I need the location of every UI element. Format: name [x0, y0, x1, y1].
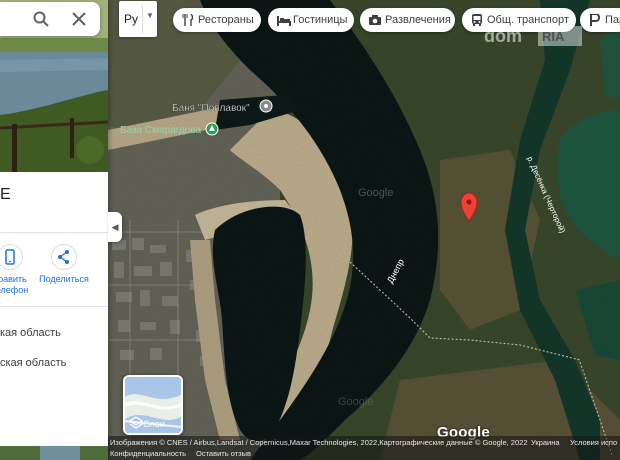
svg-text:dom: dom — [484, 26, 522, 46]
bed-icon — [277, 16, 291, 26]
share-button[interactable]: Поделиться — [34, 244, 94, 285]
send-to-phone-label-line2: телефон — [0, 285, 29, 295]
spa-marker-icon[interactable] — [259, 99, 273, 113]
map-label-banya[interactable]: Баня "Поплавок" — [172, 103, 250, 114]
chip-entertainment-label: Развлечения — [385, 14, 451, 26]
address-line-2: ская область — [0, 357, 67, 369]
parking-icon — [590, 14, 600, 26]
place-panel: E править телефон Поделиться кая область… — [0, 0, 108, 460]
faint-google-text: Google — [358, 187, 393, 199]
chip-parking[interactable]: Пар — [580, 8, 620, 32]
chip-restaurants[interactable]: Рестораны — [173, 8, 261, 32]
divider — [0, 232, 108, 233]
domria-watermark-logo: dom RIA — [484, 26, 582, 46]
bottom-thumbnail[interactable] — [0, 446, 108, 460]
layers-button[interactable]: Слои — [123, 375, 183, 435]
country-label: Украина — [531, 438, 560, 447]
privacy-link[interactable]: Конфиденциальность — [110, 449, 186, 458]
place-title: E — [0, 186, 11, 203]
search-icon[interactable] — [32, 10, 50, 28]
camera-icon — [369, 15, 381, 25]
attribution-bar: Изображения © CNES / Airbus,Landsat / Co… — [108, 436, 620, 460]
chevron-down-icon: ▼ — [146, 11, 154, 20]
collapse-panel-button[interactable]: ◀ — [108, 212, 122, 242]
divider — [142, 5, 143, 33]
chip-parking-label: Пар — [605, 14, 620, 26]
search-box[interactable] — [0, 2, 100, 36]
chip-hotels-label: Гостиницы — [293, 14, 348, 26]
divider — [0, 306, 108, 307]
close-icon[interactable] — [70, 10, 88, 28]
layers-label: Слои — [143, 419, 165, 429]
layers-icon — [129, 416, 143, 429]
address-line-1: кая область — [0, 327, 61, 339]
share-icon — [58, 250, 69, 264]
resort-marker-icon[interactable] — [205, 122, 219, 136]
chip-entertainment[interactable]: Развлечения — [360, 8, 455, 32]
faint-google-text-lower: Google — [338, 396, 373, 408]
imagery-attribution[interactable]: Изображения © CNES / Airbus,Landsat / Co… — [110, 438, 528, 447]
chip-restaurants-label: Рестораны — [198, 14, 254, 26]
fork-knife-icon — [182, 14, 194, 26]
svg-text:RIA: RIA — [542, 29, 565, 44]
send-to-phone-icon — [5, 249, 15, 265]
language-selector[interactable]: Ру ▼ — [119, 1, 157, 37]
feedback-link[interactable]: Оставить отзыв — [196, 449, 251, 458]
map-label-baza[interactable]: База Смарагдова — [120, 125, 202, 136]
share-label: Поделиться — [39, 274, 89, 284]
chip-hotels[interactable]: Гостиницы — [268, 8, 354, 32]
language-value: Ру — [124, 12, 139, 26]
terms-link[interactable]: Условия испо — [570, 438, 617, 447]
chevron-left-icon: ◀ — [111, 222, 119, 232]
